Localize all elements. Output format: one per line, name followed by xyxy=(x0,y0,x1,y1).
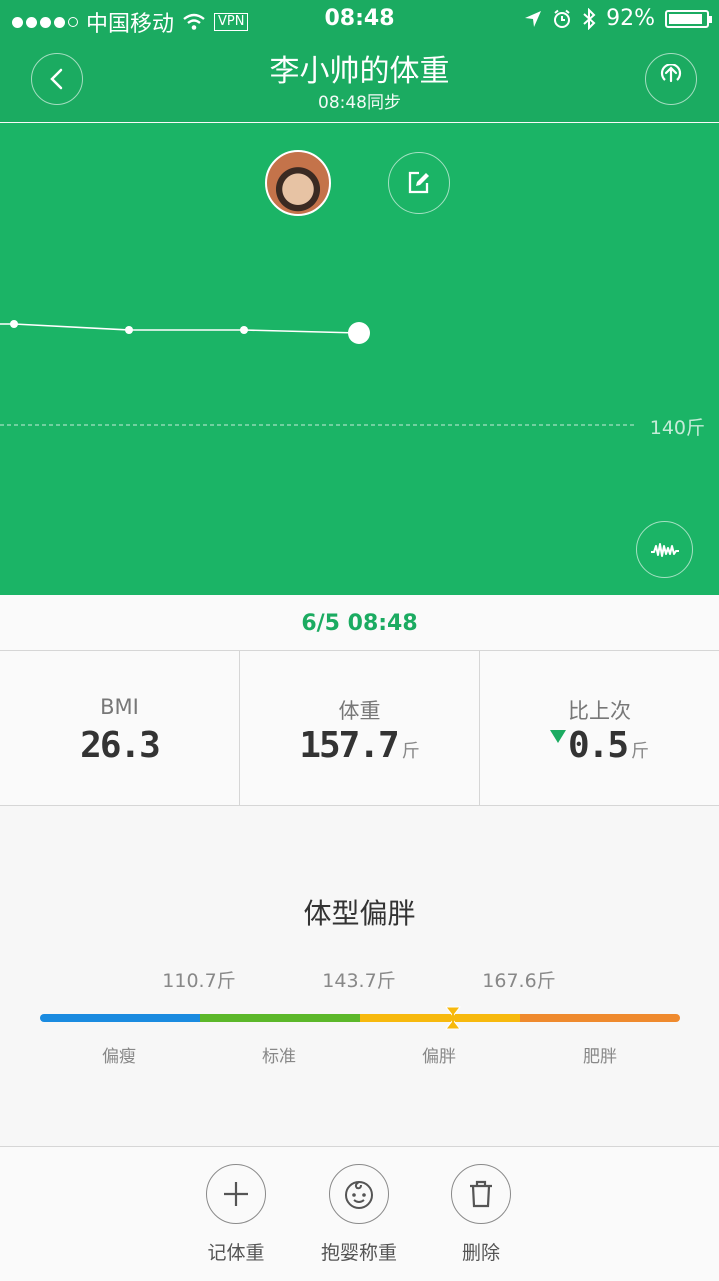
scale-segment-underweight xyxy=(40,1014,200,1022)
location-arrow-icon xyxy=(525,10,542,27)
data-point-current xyxy=(348,322,370,344)
scale-label: 标准 xyxy=(262,1047,296,1067)
threshold-label: 110.7斤 xyxy=(162,970,236,992)
alarm-icon xyxy=(554,9,571,28)
threshold-label: 167.6斤 xyxy=(482,970,556,992)
waveform-icon xyxy=(650,542,679,557)
data-point xyxy=(240,326,248,334)
current-position-marker xyxy=(445,1006,461,1030)
stat-value: 0.5 xyxy=(567,725,629,766)
page-title: 李小帅的体重 xyxy=(269,54,450,89)
bluetooth-icon xyxy=(583,7,596,30)
edit-button[interactable] xyxy=(388,152,450,214)
weight-chart[interactable]: 140斤 xyxy=(0,123,719,595)
body-type-title: 体型偏胖 xyxy=(303,897,416,930)
delete-button[interactable]: 删除 xyxy=(426,1164,536,1265)
stat-label: 体重 xyxy=(338,699,381,723)
baby-face-icon xyxy=(345,1181,373,1209)
tool-label: 记体重 xyxy=(207,1242,265,1264)
scale-label: 偏瘦 xyxy=(102,1047,136,1067)
stat-value: 157.7 xyxy=(299,725,399,766)
share-button[interactable] xyxy=(645,53,697,105)
nav-header: 李小帅的体重 08:48同步 xyxy=(0,40,719,122)
stats-row: BMI 26.3 体重 157.7 斤 比上次 0.5 斤 xyxy=(0,651,719,806)
body-type-scale xyxy=(40,1014,680,1022)
stat-label: BMI xyxy=(100,695,139,719)
weight-series-line xyxy=(0,323,360,334)
status-bar: 中国移动 VPN 08:48 92% xyxy=(0,0,719,40)
reference-line-label: 140斤 xyxy=(649,417,705,439)
plus-icon xyxy=(224,1182,248,1206)
measurement-date: 6/5 08:48 xyxy=(0,595,719,651)
body-type-section: 体型偏胖 110.7斤 143.7斤 167.6斤 偏瘦 标准 偏胖 肥胖 xyxy=(0,806,719,1146)
data-point xyxy=(125,326,133,334)
trash-icon xyxy=(470,1180,492,1208)
tool-label: 删除 xyxy=(461,1242,500,1264)
stat-unit: 斤 xyxy=(631,741,650,762)
stat-unit: 斤 xyxy=(401,741,420,762)
sync-time: 08:48同步 xyxy=(318,93,401,113)
battery-percent: 92% xyxy=(606,6,655,31)
stat-change: 比上次 0.5 斤 xyxy=(479,651,719,805)
avatar[interactable] xyxy=(265,150,331,216)
down-arrow-icon xyxy=(549,730,566,743)
stat-bmi: BMI 26.3 xyxy=(0,651,239,805)
record-weight-button[interactable]: 记体重 xyxy=(181,1164,291,1265)
data-point xyxy=(10,320,18,328)
threshold-label: 143.7斤 xyxy=(322,970,396,992)
scale-segment-overweight xyxy=(360,1014,520,1022)
stat-value: 26.3 xyxy=(80,725,161,766)
trend-button[interactable] xyxy=(636,521,693,578)
bottom-toolbar: 记体重 抱婴称重 删除 xyxy=(0,1146,719,1281)
scale-label: 偏胖 xyxy=(422,1047,456,1067)
weight-trend-chart xyxy=(0,320,634,426)
tool-label: 抱婴称重 xyxy=(320,1242,397,1264)
scale-segment-obese xyxy=(520,1014,680,1022)
scale-segment-normal xyxy=(200,1014,360,1022)
stat-weight: 体重 157.7 斤 xyxy=(239,651,479,805)
battery-icon xyxy=(665,9,712,28)
scale-label: 肥胖 xyxy=(583,1047,617,1067)
upload-icon xyxy=(660,64,682,83)
edit-icon xyxy=(408,171,429,194)
stat-label: 比上次 xyxy=(568,699,631,723)
baby-weigh-button[interactable]: 抱婴称重 xyxy=(304,1164,414,1265)
